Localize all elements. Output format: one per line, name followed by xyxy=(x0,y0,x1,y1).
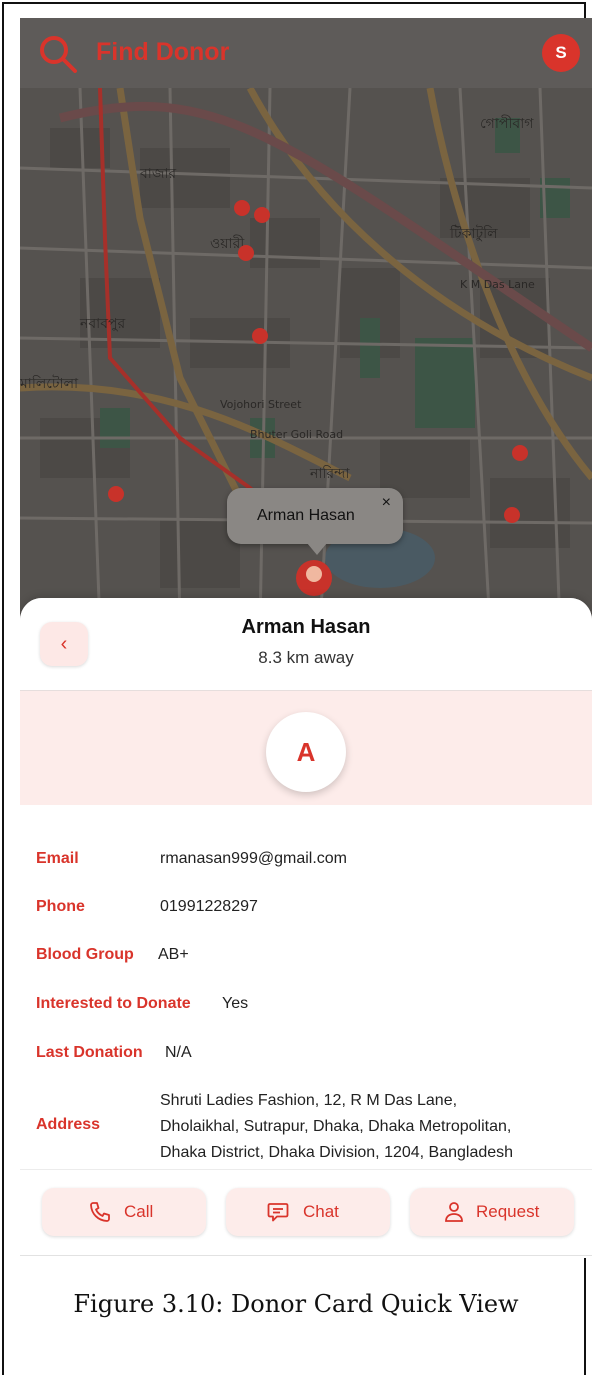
close-icon[interactable]: × xyxy=(382,494,391,512)
app-screen: বাজার ওয়ারী নবাবপুর টিকাটুলি গোপীবাগ নারিন্… xyxy=(20,18,592,1258)
popup-donor-name: Arman Hasan xyxy=(257,507,355,524)
donor-name: Arman Hasan xyxy=(241,616,371,638)
address-line: Dholaikhal, Sutrapur, Dhaka, Dhaka Metro… xyxy=(160,1118,512,1135)
phone-value[interactable]: 01991228297 xyxy=(160,898,258,916)
call-label: Call xyxy=(124,1202,154,1221)
popup-tail xyxy=(307,543,327,555)
donor-card: ‹ Arman Hasan 8.3 km away A Email rmanas… xyxy=(20,598,592,1258)
donor-distance: 8.3 km away xyxy=(258,648,354,667)
email-label: Email xyxy=(36,850,79,867)
map-view[interactable]: বাজার ওয়ারী নবাবপুর টিকাটুলি গোপীবাগ নারিন্… xyxy=(20,18,592,628)
last-donation-value: N/A xyxy=(165,1044,192,1061)
user-avatar[interactable]: S xyxy=(542,34,580,72)
page-title: Find Donor xyxy=(96,38,230,66)
chat-icon xyxy=(267,1203,289,1222)
search-icon[interactable] xyxy=(38,34,78,74)
call-button[interactable]: Call xyxy=(42,1188,206,1236)
address-label: Address xyxy=(36,1116,101,1133)
address-value: Shruti Ladies Fashion, 12, R M Das Lane,… xyxy=(160,1088,513,1166)
request-label: Request xyxy=(476,1202,540,1221)
avatar-banner: A xyxy=(20,691,592,805)
svg-text:Bhuter Goli Road: Bhuter Goli Road xyxy=(250,428,343,441)
svg-text:নারিন্দা: নারিন্দা xyxy=(309,465,350,482)
divider xyxy=(20,1255,592,1256)
card-header: ‹ Arman Hasan 8.3 km away xyxy=(20,598,592,690)
donor-avatar: A xyxy=(266,712,346,792)
figure-caption: Figure 3.10: Donor Card Quick View xyxy=(73,1290,519,1318)
chat-button[interactable]: Chat xyxy=(226,1188,390,1236)
svg-text:মালিটোলা: মালিটোলা xyxy=(20,375,79,392)
app-header: Find Donor S xyxy=(20,18,592,88)
address-line: Shruti Ladies Fashion, 12, R M Das Lane, xyxy=(160,1092,458,1109)
svg-text:Vojohori Street: Vojohori Street xyxy=(220,398,302,411)
request-button[interactable]: Request xyxy=(410,1188,574,1236)
blood-group-label: Blood Group xyxy=(36,946,134,963)
svg-text:গোপীবাগ: গোপীবাগ xyxy=(480,115,534,132)
email-value[interactable]: rmanasan999@gmail.com xyxy=(160,850,347,868)
divider xyxy=(20,1169,592,1170)
phone-icon xyxy=(90,1202,110,1222)
svg-text:নবাবপুর: নবাবপুর xyxy=(79,316,126,332)
chat-label: Chat xyxy=(303,1202,339,1221)
interested-value: Yes xyxy=(222,995,249,1012)
svg-text:টিকাটুলি: টিকাটুলি xyxy=(449,225,498,242)
last-donation-label: Last Donation xyxy=(36,1044,143,1061)
address-line: Dhaka District, Dhaka Division, 1204, Ba… xyxy=(160,1144,514,1161)
interested-label: Interested to Donate xyxy=(36,995,191,1012)
map-info-window[interactable]: Arman Hasan × xyxy=(227,488,403,555)
svg-text:বাজার: বাজার xyxy=(139,166,176,182)
user-icon xyxy=(445,1202,463,1222)
svg-text:K M Das Lane: K M Das Lane xyxy=(460,278,535,291)
phone-label: Phone xyxy=(36,898,85,915)
blood-group-value: AB+ xyxy=(158,946,189,963)
